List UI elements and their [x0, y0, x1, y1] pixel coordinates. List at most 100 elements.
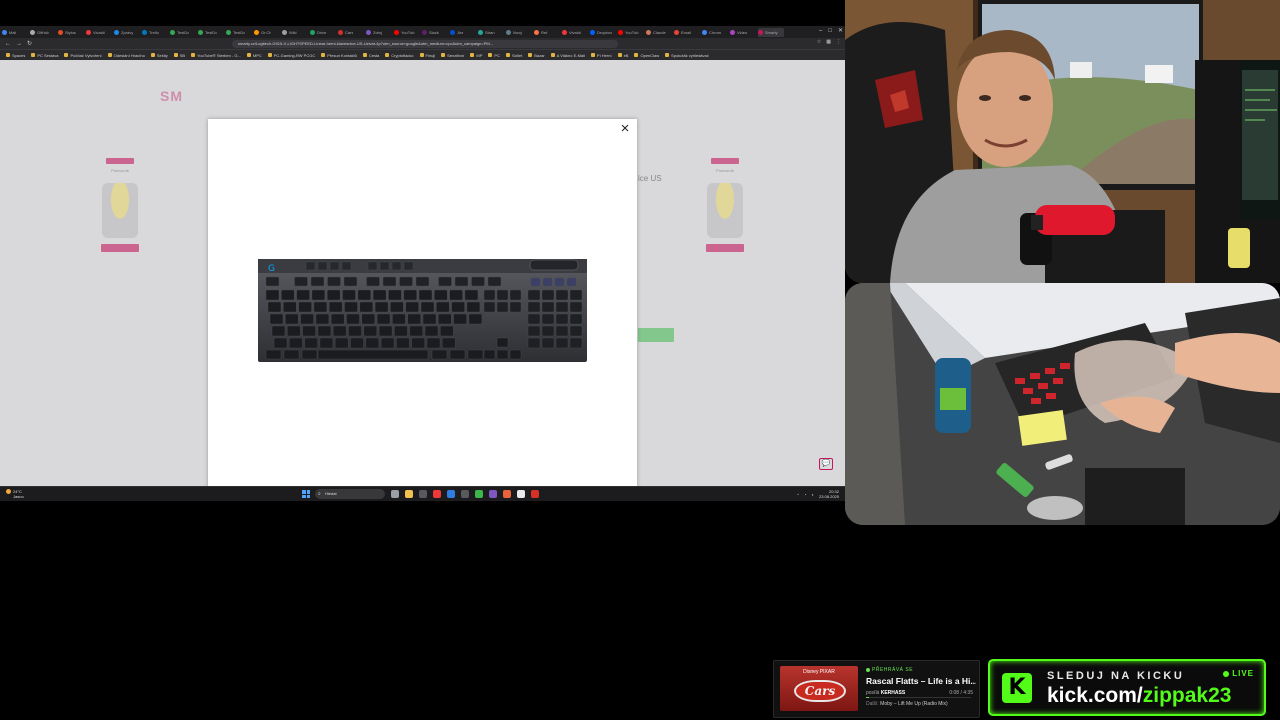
bookmark-item[interactable]: PC Sestava [31, 53, 58, 58]
tab-label: Vivaldi [569, 29, 581, 35]
bookmark-item[interactable]: Počítač Vytvoření [64, 53, 102, 58]
network-icon[interactable]: ◔ [804, 492, 806, 497]
forward-icon[interactable]: → [16, 40, 22, 48]
browser-tab[interactable]: Cars [338, 28, 364, 37]
bookmark-item[interactable]: Cryptoflacko [385, 53, 414, 58]
bookmark-icon [665, 53, 670, 57]
browser-tab[interactable]: YouTub [618, 28, 644, 37]
bookmark-item[interactable]: MP [470, 53, 482, 58]
chrome-icon[interactable] [531, 490, 539, 498]
taskbar-search[interactable]: ⌕ Hledat [315, 489, 385, 499]
bookmark-item[interactable]: SB [173, 53, 185, 58]
file-explorer-icon[interactable] [405, 490, 413, 498]
bookmark-item[interactable]: Spolužák vyhledávač [665, 53, 709, 58]
maximize-icon[interactable]: □ [828, 27, 832, 35]
bookmark-item[interactable]: Sešity [150, 53, 168, 58]
minimize-icon[interactable]: – [819, 27, 822, 35]
bookmark-item[interactable]: Bazar [528, 53, 545, 58]
add-to-cart-button[interactable] [638, 328, 674, 342]
speaker-icon[interactable]: ◖ [812, 492, 814, 497]
side-promo-left[interactable]: Pomocník [90, 158, 150, 298]
bookmark-item[interactable]: Cesta [362, 53, 379, 58]
browser-tab[interactable]: Dropbox [590, 28, 616, 37]
bookmark-item[interactable]: PC-Gaming-RW PCGC [267, 53, 315, 58]
back-icon[interactable]: ← [5, 40, 11, 48]
reload-icon[interactable]: ↻ [27, 40, 32, 48]
bookmark-item[interactable]: Pí Herní [590, 53, 612, 58]
browser-tab[interactable]: YouTub [394, 28, 420, 37]
bookmark-item[interactable]: Spaces [6, 53, 25, 58]
vivaldi-icon[interactable] [433, 490, 441, 498]
bookmark-item[interactable]: YouTube® Sterben - G... [191, 53, 241, 58]
extensions-icon[interactable]: ▦ [826, 39, 831, 45]
browser-tab[interactable]: Vivaldi [562, 28, 588, 37]
bookmark-item[interactable]: Sdílet [505, 53, 522, 58]
tab-label: TestDo [233, 29, 246, 35]
browser-tab[interactable]: Trello [142, 28, 168, 37]
bookmark-item[interactable]: Senzitivní [441, 53, 464, 58]
terminal-icon[interactable] [419, 490, 427, 498]
key [438, 276, 452, 287]
browser-tab[interactable]: GitHub [30, 28, 56, 37]
browser-tab[interactable]: Jira [450, 28, 476, 37]
key [300, 313, 314, 325]
bookmark-item[interactable]: Přesun Kontaktů [321, 53, 357, 58]
tray-chevron-icon[interactable]: ^ [797, 492, 799, 497]
browser-tab[interactable]: Wiki [282, 28, 308, 37]
browser-tab[interactable]: TestDo [226, 28, 252, 37]
vscode-icon[interactable] [447, 490, 455, 498]
browser-tab[interactable]: Vivaldi [86, 28, 112, 37]
bookmark-item[interactable]: Finuji [419, 53, 435, 58]
bookmark-item[interactable]: eB [617, 53, 628, 58]
menu-icon[interactable]: ⋮ [836, 39, 841, 45]
bookmark-item[interactable]: A Vlákno E-Mail [550, 53, 585, 58]
windows-start-icon[interactable] [302, 490, 310, 498]
promo-button[interactable] [101, 244, 139, 252]
browser-tab[interactable]: Drive [310, 28, 336, 37]
browser-tab[interactable]: Gr.Ch [254, 28, 280, 37]
browser-tab[interactable]: Zprávy [114, 28, 140, 37]
key [332, 325, 347, 337]
browser-tab[interactable]: Email [674, 28, 700, 37]
image-lightbox-modal: × G [208, 119, 637, 497]
tab-favicon-icon [2, 29, 7, 35]
site-logo[interactable]: SM [160, 88, 183, 104]
tab-favicon-icon [534, 29, 539, 35]
chat-icon[interactable]: 💬 [819, 458, 833, 470]
close-window-icon[interactable]: ✕ [838, 27, 843, 35]
browser-tab[interactable]: Zdroj [366, 28, 392, 37]
taskbar-clock[interactable]: 20:32 23.08.2025 [819, 489, 839, 499]
task-view-icon[interactable] [391, 490, 399, 498]
bookmark-star-icon[interactable]: ☆ [817, 39, 821, 45]
side-promo-right[interactable]: Pomocník [695, 158, 755, 298]
key [348, 325, 362, 337]
bookmark-item[interactable]: Odeslání Hracího [107, 53, 145, 58]
weather-widget[interactable]: 24°C Jasno [6, 489, 24, 499]
key [376, 313, 391, 325]
app-icon[interactable] [503, 490, 511, 498]
browser-tab[interactable]: Stran [478, 28, 504, 37]
bookmark-item[interactable]: OpenClaw [634, 53, 659, 58]
promo-button[interactable] [706, 244, 744, 252]
browser-tab[interactable]: Video [730, 28, 756, 37]
bookmark-item[interactable]: PC [488, 53, 500, 58]
browser-tab[interactable]: Ref. [534, 28, 560, 37]
obs-icon[interactable] [517, 490, 525, 498]
browser-tab[interactable]: TestDo [198, 28, 224, 37]
media-player-icon[interactable] [475, 490, 483, 498]
tab-favicon-icon [114, 29, 119, 35]
browser-tab[interactable]: Stylus [58, 28, 84, 37]
weather-desc: Jasno [13, 494, 24, 500]
browser-tab[interactable]: Nový [506, 28, 532, 37]
browser-tab[interactable]: TestDo [170, 28, 196, 37]
browser-tab[interactable]: Mail [2, 28, 28, 37]
browser-tab[interactable]: Slack [422, 28, 448, 37]
discord-icon[interactable] [489, 490, 497, 498]
url-field[interactable]: smarty.cz/Logitech-G915-X-LIGHTSPEED-Lin… [232, 39, 619, 48]
browser-tab[interactable]: Claude [646, 28, 672, 37]
app-icon[interactable] [461, 490, 469, 498]
bookmark-item[interactable]: MPC [246, 53, 262, 58]
browser-tab[interactable]: Chrom [702, 28, 728, 37]
close-modal-button[interactable]: × [618, 121, 632, 136]
browser-tab[interactable]: Smarty [758, 27, 784, 37]
